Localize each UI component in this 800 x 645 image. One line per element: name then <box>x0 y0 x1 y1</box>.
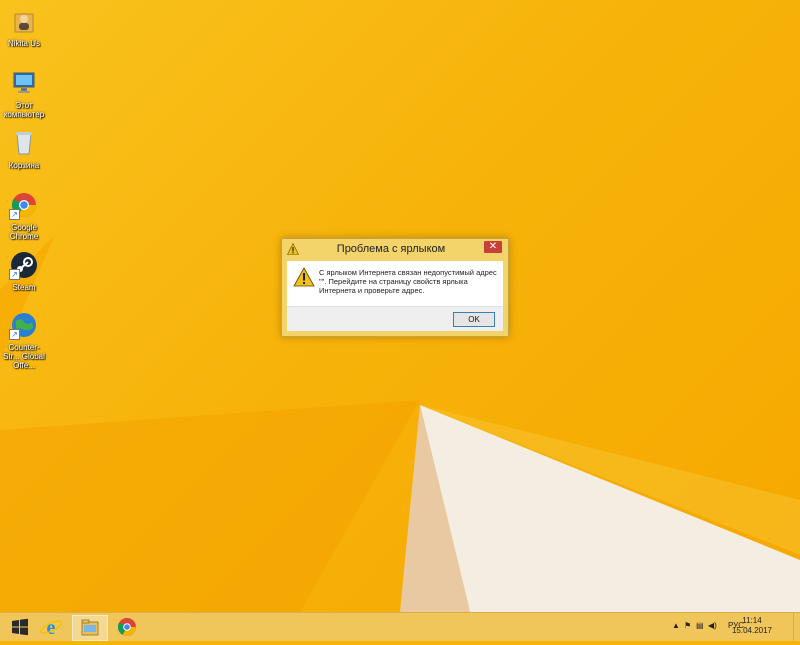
windows-logo-icon <box>12 618 28 636</box>
clock-date: 15.04.2017 <box>731 626 772 635</box>
dialog-titlebar[interactable]: Проблема с ярлыком ✕ <box>282 239 508 259</box>
warning-icon <box>293 267 315 287</box>
desktop-icon-user-folder[interactable]: Nikita Us <box>2 6 46 48</box>
recycle-bin-icon <box>9 128 39 158</box>
shortcut-arrow-icon: ↗ <box>9 269 20 280</box>
computer-icon <box>9 68 39 98</box>
desktop: Nikita Us Этот компьютер Корзина ↗ Googl… <box>0 0 800 612</box>
globe-shortcut-icon: ↗ <box>9 310 39 340</box>
dialog-title: Проблема с ярлыком <box>336 243 446 255</box>
desktop-icon-counter-strike[interactable]: ↗ Counter-Str... Global Offe... <box>2 310 46 370</box>
dialog-body: С ярлыком Интернета связан недопустимый … <box>287 261 503 331</box>
folder-icon <box>81 619 99 636</box>
svg-text:e: e <box>47 617 56 639</box>
dialog-footer: OK <box>287 306 503 331</box>
shortcut-arrow-icon: ↗ <box>9 209 20 220</box>
desktop-icon-label: Nikita Us <box>7 39 40 48</box>
chrome-icon: ↗ <box>9 190 39 220</box>
desktop-icon-recycle-bin[interactable]: Корзина <box>2 128 46 170</box>
start-button[interactable] <box>8 615 32 639</box>
taskbar-internet-explorer[interactable]: e <box>38 615 64 639</box>
tray-show-hidden-icon[interactable]: ▲ <box>672 621 680 630</box>
desktop-icon-label: Корзина <box>8 161 40 170</box>
desktop-icon-label: Steam <box>12 283 36 292</box>
tray-network-icon[interactable]: ▤ <box>696 621 704 630</box>
steam-icon: ↗ <box>9 250 39 280</box>
close-icon: ✕ <box>488 241 498 252</box>
desktop-icon-label: Counter-Str... Global Offe... <box>3 343 45 370</box>
desktop-icon-chrome[interactable]: ↗ Google Chrome <box>2 190 46 241</box>
clock[interactable]: 11:14 15.04.2017 <box>732 616 772 636</box>
ok-button[interactable]: OK <box>453 312 495 327</box>
internet-explorer-icon: e <box>40 617 62 639</box>
tray-flag-icon[interactable]: ⚑ <box>684 621 691 630</box>
taskbar: e ▲ ⚑ ▤ ◀) РУС 11:14 15.04.2017 <box>0 612 800 641</box>
desktop-icon-label: Google Chrome <box>9 223 39 241</box>
chrome-icon <box>117 618 136 637</box>
desktop-icon-computer[interactable]: Этот компьютер <box>2 68 46 119</box>
taskbar-chrome[interactable] <box>110 615 144 639</box>
warning-small-icon <box>287 243 299 255</box>
shortcut-problem-dialog: Проблема с ярлыком ✕ С ярлыком Интернета… <box>281 238 509 337</box>
clock-time: 11:14 <box>742 616 762 625</box>
dialog-message: С ярлыком Интернета связан недопустимый … <box>319 268 497 295</box>
close-button[interactable]: ✕ <box>484 241 502 253</box>
show-desktop-button[interactable] <box>793 613 800 641</box>
shortcut-arrow-icon: ↗ <box>9 329 20 340</box>
desktop-icon-label: Этот компьютер <box>3 101 45 119</box>
tray-volume-icon[interactable]: ◀) <box>708 621 717 630</box>
desktop-icon-steam[interactable]: ↗ Steam <box>2 250 46 292</box>
user-folder-icon <box>9 6 39 36</box>
taskbar-file-explorer[interactable] <box>72 615 108 641</box>
